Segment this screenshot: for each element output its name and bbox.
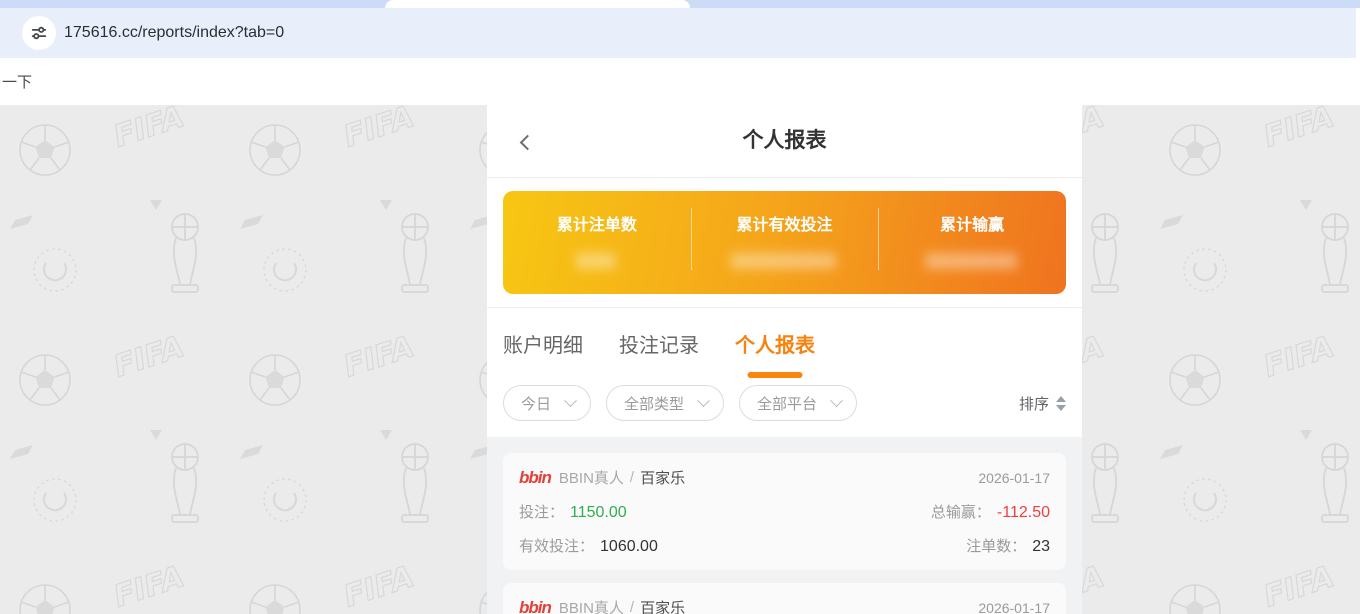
page-notice-strip: 一下 xyxy=(0,58,1360,105)
summary-label: 累计有效投注 xyxy=(737,211,833,235)
back-button[interactable] xyxy=(517,133,539,155)
provider-name: BBIN真人 xyxy=(559,597,624,614)
record-header: bbin BBIN真人 / 百家乐 2026-01-17 xyxy=(519,467,1050,488)
record-date: 2026-01-17 xyxy=(978,600,1050,614)
record-card: bbin BBIN真人 / 百家乐 2026-01-17 投注： 1150.00… xyxy=(503,453,1066,570)
summary-label: 累计输赢 xyxy=(940,211,1004,235)
provider-name: BBIN真人 xyxy=(559,467,624,488)
summary-value-masked: 88888888 xyxy=(732,251,837,274)
platform-filter-value: 全部平台 xyxy=(757,393,817,414)
platform-filter-dropdown[interactable]: 全部平台 xyxy=(739,385,857,421)
type-filter-dropdown[interactable]: 全部类型 xyxy=(606,385,724,421)
winloss-amount: -112.50 xyxy=(997,504,1050,522)
chevron-left-icon xyxy=(520,135,536,151)
sort-label: 排序 xyxy=(1019,393,1049,414)
report-header: 个人报表 xyxy=(487,105,1082,177)
record-row: 有效投注： 1060.00 注单数： 23 xyxy=(519,535,1050,556)
notice-text: 一下 xyxy=(2,71,32,92)
bet-amount: 1150.00 xyxy=(570,504,627,522)
filter-row: 今日 全部类型 全部平台 排序 xyxy=(503,385,1066,421)
separator: / xyxy=(630,599,634,614)
browser-address-bar[interactable]: 175616.cc/reports/index?tab=0 xyxy=(0,8,1356,58)
bet-count-label: 注单数： xyxy=(966,535,1026,556)
tab-bar: 账户明细 投注记录 个人报表 xyxy=(503,308,1066,372)
summary-value-masked: 888 xyxy=(577,251,616,274)
screenshot-stage: 175616.cc/reports/index?tab=0 一下 FIFA xyxy=(0,0,1360,614)
record-card: bbin BBIN真人 / 百家乐 2026-01-17 xyxy=(503,583,1066,614)
summary-section: 累计注单数 888 累计有效投注 88888888 累计输赢 8888888 xyxy=(487,178,1082,307)
bbin-logo: bbin xyxy=(519,468,551,488)
winloss-label: 总输赢： xyxy=(931,501,991,522)
bet-count: 23 xyxy=(1032,538,1050,556)
summary-card: 累计注单数 888 累计有效投注 88888888 累计输赢 8888888 xyxy=(503,191,1066,294)
chevron-down-icon xyxy=(697,394,710,407)
date-filter-value: 今日 xyxy=(521,393,551,414)
active-browser-tab[interactable] xyxy=(385,0,690,8)
valid-bet-amount: 1060.00 xyxy=(600,538,658,556)
type-filter-value: 全部类型 xyxy=(624,393,684,414)
tune-icon xyxy=(30,24,48,42)
chevron-down-icon xyxy=(564,394,577,407)
site-settings-button[interactable] xyxy=(22,16,56,50)
game-name: 百家乐 xyxy=(640,467,685,488)
game-name: 百家乐 xyxy=(640,597,685,614)
bet-label: 投注： xyxy=(519,501,564,522)
summary-win-loss: 累计输赢 8888888 xyxy=(878,191,1066,294)
active-tab-underline xyxy=(748,372,803,378)
valid-bet-label: 有效投注： xyxy=(519,535,594,556)
summary-total-bets: 累计注单数 888 xyxy=(503,191,691,294)
summary-value-masked: 8888888 xyxy=(926,251,1018,274)
tab-label: 个人报表 xyxy=(735,335,815,357)
report-panel: 个人报表 累计注单数 888 累计有效投注 88888888 累计输赢 8888… xyxy=(487,105,1082,614)
tab-account-details[interactable]: 账户明细 xyxy=(503,329,583,372)
record-list: bbin BBIN真人 / 百家乐 2026-01-17 投注： 1150.00… xyxy=(487,437,1082,614)
separator: / xyxy=(630,469,634,486)
record-header: bbin BBIN真人 / 百家乐 2026-01-17 xyxy=(519,597,1050,614)
record-row: 投注： 1150.00 总输赢： -112.50 xyxy=(519,501,1050,522)
tab-personal-report[interactable]: 个人报表 xyxy=(735,329,815,372)
tab-bet-records[interactable]: 投注记录 xyxy=(619,329,699,372)
date-filter-dropdown[interactable]: 今日 xyxy=(503,385,591,421)
page-title: 个人报表 xyxy=(487,105,1082,177)
summary-valid-bets: 累计有效投注 88888888 xyxy=(691,191,879,294)
url-text[interactable]: 175616.cc/reports/index?tab=0 xyxy=(64,8,284,58)
browser-tab-strip xyxy=(0,0,1360,8)
summary-label: 累计注单数 xyxy=(557,211,637,235)
sort-arrows-icon xyxy=(1056,396,1066,411)
chevron-down-icon xyxy=(830,394,843,407)
record-date: 2026-01-17 xyxy=(978,470,1050,486)
tabs-section: 账户明细 投注记录 个人报表 今日 全部类型 全部平台 xyxy=(487,308,1082,437)
bbin-logo: bbin xyxy=(519,598,551,614)
sort-button[interactable]: 排序 xyxy=(1019,393,1066,414)
